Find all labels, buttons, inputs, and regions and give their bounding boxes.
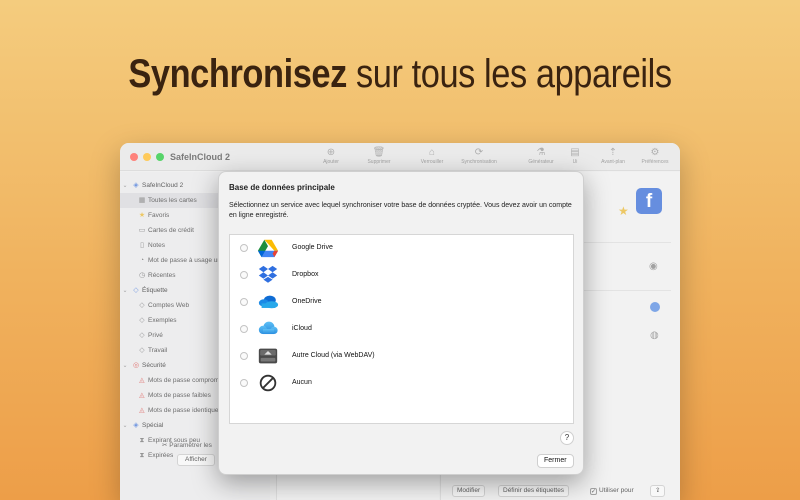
dropbox-icon (258, 265, 278, 283)
radio-button[interactable] (240, 352, 248, 360)
option-onedrive[interactable]: OneDrive (230, 289, 573, 315)
option-label: Aucun (292, 379, 312, 386)
dialog-description: Sélectionnez un service avec lequel sync… (229, 202, 572, 219)
onedrive-icon (258, 295, 279, 309)
dialog-title: Base de données principale (229, 183, 335, 192)
page-headline: Synchronisez sur tous les appareils (56, 52, 744, 97)
headline-rest: sur tous les appareils (346, 52, 672, 96)
close-button[interactable]: Fermer (537, 454, 574, 468)
option-google-drive[interactable]: Google Drive (230, 235, 573, 261)
option-label: Dropbox (292, 271, 319, 278)
headline-bold: Synchronisez (128, 52, 347, 96)
radio-button[interactable] (240, 298, 248, 306)
icloud-icon (258, 321, 278, 335)
option-label: iCloud (292, 325, 312, 332)
google-drive-icon (257, 239, 279, 258)
option-dropbox[interactable]: Dropbox (230, 262, 573, 288)
option-label: Autre Cloud (via WebDAV) (292, 352, 375, 359)
option-label: Google Drive (292, 244, 333, 251)
option-webdav[interactable]: Autre Cloud (via WebDAV) (230, 343, 573, 369)
none-icon (259, 374, 277, 392)
option-none[interactable]: Aucun (230, 370, 573, 396)
service-list: Google Drive Dropbox OneDrive iCloud Aut… (229, 234, 574, 424)
primary-database-dialog: Base de données principale Sélectionnez … (218, 171, 584, 475)
radio-button[interactable] (240, 325, 248, 333)
radio-button[interactable] (240, 244, 248, 252)
webdav-drive-icon (258, 348, 278, 364)
option-label: OneDrive (292, 298, 322, 305)
radio-button[interactable] (240, 271, 248, 279)
help-button[interactable]: ? (560, 431, 574, 445)
option-icloud[interactable]: iCloud (230, 316, 573, 342)
radio-button[interactable] (240, 379, 248, 387)
